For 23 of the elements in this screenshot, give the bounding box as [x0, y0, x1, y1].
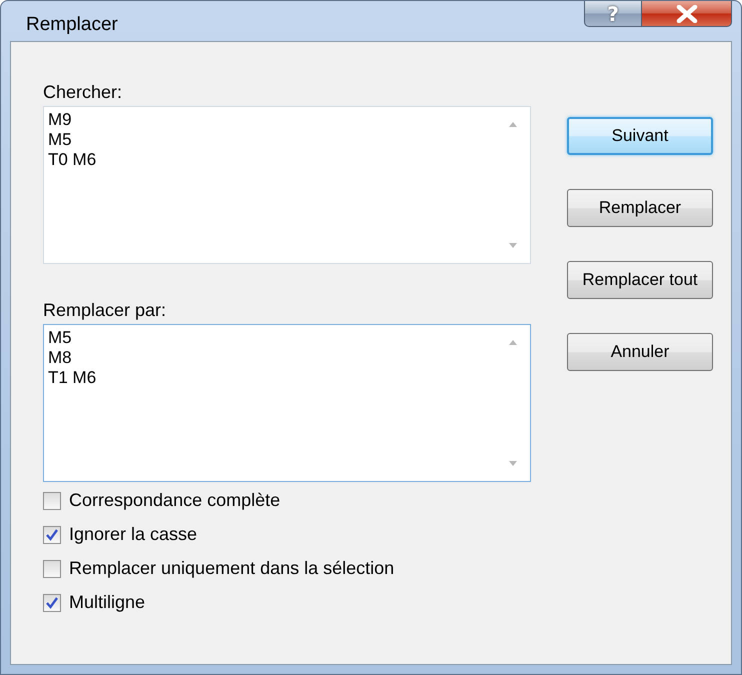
option-label: Ignorer la casse: [69, 524, 198, 545]
checkbox[interactable]: [43, 560, 61, 578]
search-field[interactable]: M9 M5 T0 M6: [43, 106, 531, 264]
window-title: Remplacer: [25, 13, 118, 36]
field-label: Remplacer par:: [43, 300, 168, 321]
option-label: Multiligne: [69, 592, 146, 613]
scroll-up-icon[interactable]: [508, 121, 518, 127]
close-icon: [676, 4, 698, 22]
option-label: Correspondance complète: [69, 490, 280, 511]
field-label: Chercher:: [43, 82, 124, 103]
dialog-button[interactable]: Remplacer tout: [567, 261, 713, 299]
option-label: Remplacer uniquement dans la sélection: [69, 558, 394, 579]
scroll-up-icon[interactable]: [508, 339, 518, 345]
scroll-down-icon[interactable]: [508, 461, 518, 467]
close-button[interactable]: [642, 1, 732, 27]
dialog-button[interactable]: Suivant: [567, 117, 713, 155]
dialog-button[interactable]: Remplacer: [567, 189, 713, 227]
checkbox[interactable]: [43, 492, 61, 510]
dialog-button[interactable]: Annuler: [567, 333, 713, 371]
replace-field[interactable]: M5 M8 T1 M6: [43, 324, 531, 482]
scroll-down-icon[interactable]: [508, 243, 518, 249]
checkbox[interactable]: [43, 526, 61, 544]
checkbox[interactable]: [43, 594, 61, 612]
